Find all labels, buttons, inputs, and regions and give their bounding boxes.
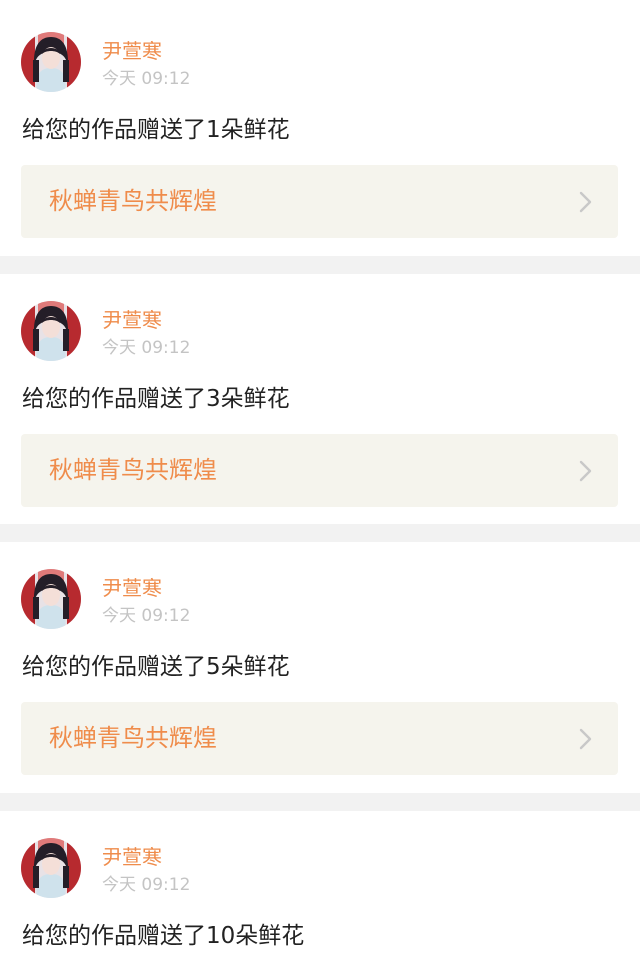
timestamp: 今天 09:12 xyxy=(102,606,191,626)
work-link[interactable]: 秋蝉青鸟共辉煌 xyxy=(21,702,618,775)
user-avatar[interactable] xyxy=(21,569,81,629)
gift-notification-card: 尹萱寒 今天 09:12 给您的作品赠送了5朵鲜花 秋蝉青鸟共辉煌 xyxy=(0,542,640,793)
gift-message: 给您的作品赠送了10朵鲜花 xyxy=(22,923,305,949)
avatar-portrait xyxy=(21,301,81,361)
chevron-right-icon xyxy=(578,190,594,214)
work-title: 秋蝉青鸟共辉煌 xyxy=(49,724,217,752)
timestamp: 今天 09:12 xyxy=(102,69,191,89)
work-title: 秋蝉青鸟共辉煌 xyxy=(49,187,217,215)
username[interactable]: 尹萱寒 xyxy=(102,575,162,601)
username[interactable]: 尹萱寒 xyxy=(102,307,162,333)
avatar-portrait xyxy=(21,569,81,629)
work-title: 秋蝉青鸟共辉煌 xyxy=(49,456,217,484)
chevron-right-icon xyxy=(578,727,594,751)
timestamp: 今天 09:12 xyxy=(102,338,191,358)
username[interactable]: 尹萱寒 xyxy=(102,844,162,870)
avatar-portrait xyxy=(21,32,81,92)
timestamp: 今天 09:12 xyxy=(102,875,191,895)
work-link[interactable]: 秋蝉青鸟共辉煌 xyxy=(21,165,618,238)
gift-message: 给您的作品赠送了5朵鲜花 xyxy=(22,654,290,680)
username[interactable]: 尹萱寒 xyxy=(102,38,162,64)
work-link[interactable]: 秋蝉青鸟共辉煌 xyxy=(21,434,618,507)
notification-feed: 尹萱寒 今天 09:12 给您的作品赠送了1朵鲜花 秋蝉青鸟共辉煌 尹萱寒 今天… xyxy=(0,0,640,968)
avatar-portrait xyxy=(21,838,81,898)
gift-notification-card: 尹萱寒 今天 09:12 给您的作品赠送了3朵鲜花 秋蝉青鸟共辉煌 xyxy=(0,274,640,524)
gift-notification-card: 尹萱寒 今天 09:12 给您的作品赠送了10朵鲜花 xyxy=(0,811,640,968)
chevron-right-icon xyxy=(578,459,594,483)
user-avatar[interactable] xyxy=(21,301,81,361)
user-avatar[interactable] xyxy=(21,838,81,898)
gift-message: 给您的作品赠送了3朵鲜花 xyxy=(22,386,290,412)
gift-message: 给您的作品赠送了1朵鲜花 xyxy=(22,117,290,143)
gift-notification-card: 尹萱寒 今天 09:12 给您的作品赠送了1朵鲜花 秋蝉青鸟共辉煌 xyxy=(0,0,640,256)
user-avatar[interactable] xyxy=(21,32,81,92)
